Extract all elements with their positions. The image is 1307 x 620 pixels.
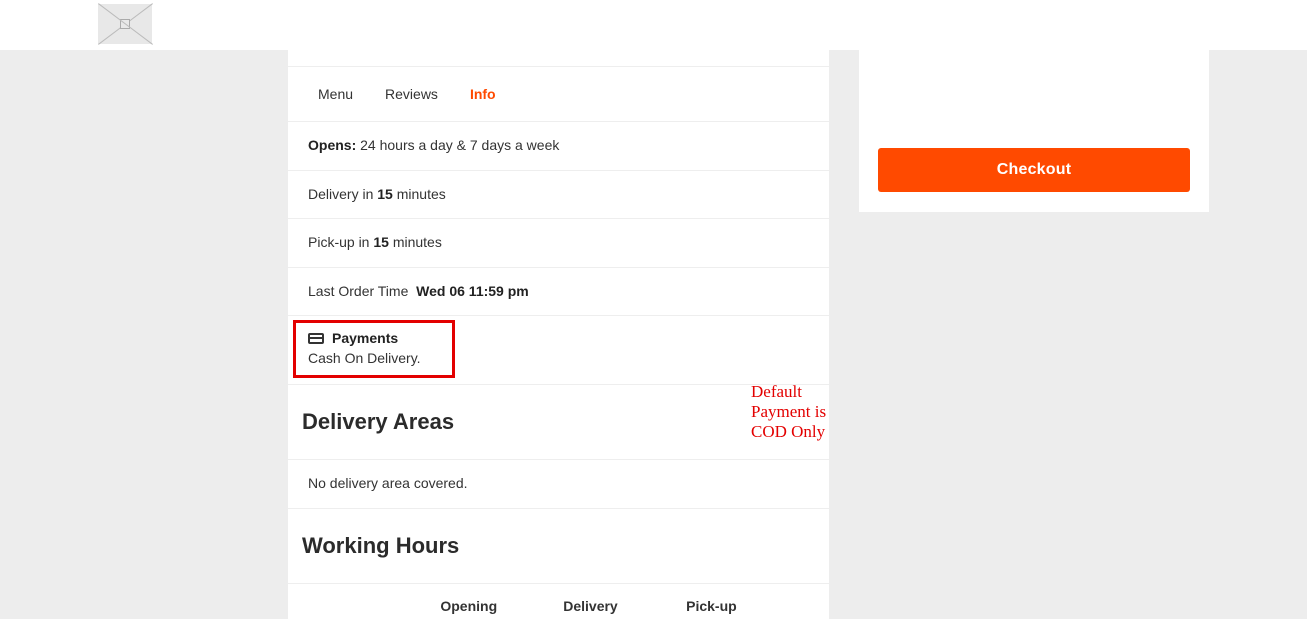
pickup-prefix: Pick-up in — [308, 234, 373, 250]
opens-label: Opens: — [308, 137, 356, 153]
delivery-row: Delivery in 15 minutes — [288, 171, 829, 220]
payments-title: Payments — [332, 330, 398, 346]
last-order-value: Wed 06 11:59 pm — [416, 283, 529, 299]
working-hours-title: Working Hours — [288, 509, 829, 584]
payments-row: Payments Cash On Delivery. — [288, 316, 829, 385]
delivery-prefix: Delivery in — [308, 186, 377, 202]
delivery-minutes: 15 — [377, 186, 393, 202]
card-icon — [308, 333, 324, 344]
tab-menu[interactable]: Menu — [318, 86, 353, 102]
top-bar — [0, 0, 1307, 50]
checkout-sidebar: Checkout — [859, 50, 1209, 212]
pickup-row: Pick-up in 15 minutes — [288, 219, 829, 268]
delivery-suffix: minutes — [393, 186, 446, 202]
annotation-text: Default Payment is COD Only — [751, 382, 829, 442]
last-order-label: Last Order Time — [308, 283, 408, 299]
payments-value: Cash On Delivery. — [308, 350, 809, 366]
col-delivery: Delivery — [563, 598, 686, 614]
logo-placeholder — [98, 4, 152, 44]
delivery-areas-title: Delivery Areas — [288, 385, 829, 460]
tab-info[interactable]: Info — [470, 86, 496, 102]
page-body: Menu Reviews Info Opens: 24 hours a day … — [0, 50, 1307, 619]
last-order-row: Last Order Time Wed 06 11:59 pm — [288, 268, 829, 317]
annotation-box — [293, 320, 455, 378]
tabs: Menu Reviews Info — [288, 66, 829, 122]
payments-title-line: Payments — [308, 330, 809, 346]
main-column: Menu Reviews Info Opens: 24 hours a day … — [288, 50, 829, 620]
tab-reviews[interactable]: Reviews — [385, 86, 438, 102]
working-hours-header: Opening Delivery Pick-up — [288, 584, 829, 620]
checkout-button[interactable]: Checkout — [878, 148, 1190, 192]
col-opening: Opening — [440, 598, 563, 614]
pickup-suffix: minutes — [389, 234, 442, 250]
pickup-minutes: 15 — [373, 234, 389, 250]
opens-value: 24 hours a day & 7 days a week — [360, 137, 559, 153]
col-pickup: Pick-up — [686, 598, 809, 614]
delivery-areas-empty: No delivery area covered. — [288, 460, 829, 509]
opens-row: Opens: 24 hours a day & 7 days a week — [288, 122, 829, 171]
